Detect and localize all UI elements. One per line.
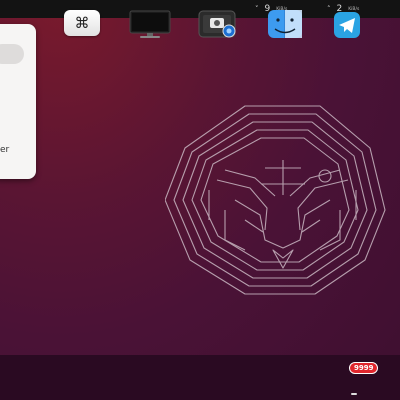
maze-wallpaper-art [165,105,386,295]
toggle-pill[interactable] [0,44,24,64]
monitor-app-icon[interactable] [128,10,171,38]
command-keys-app-icon[interactable]: ⌘ [64,10,100,36]
running-indicator [351,393,357,395]
dock [0,355,400,400]
chevron-down-icon: ˅ [255,5,259,13]
chevron-up-icon: ˄ [327,5,331,13]
telegram-app-icon[interactable] [333,10,369,38]
popup-partial-label: er [0,145,10,155]
popup-menu: er [0,24,36,179]
telegram-notification-badge: 9999 [349,362,379,374]
finder-app-icon[interactable] [267,10,303,38]
screenshot-app-icon[interactable] [198,10,236,38]
